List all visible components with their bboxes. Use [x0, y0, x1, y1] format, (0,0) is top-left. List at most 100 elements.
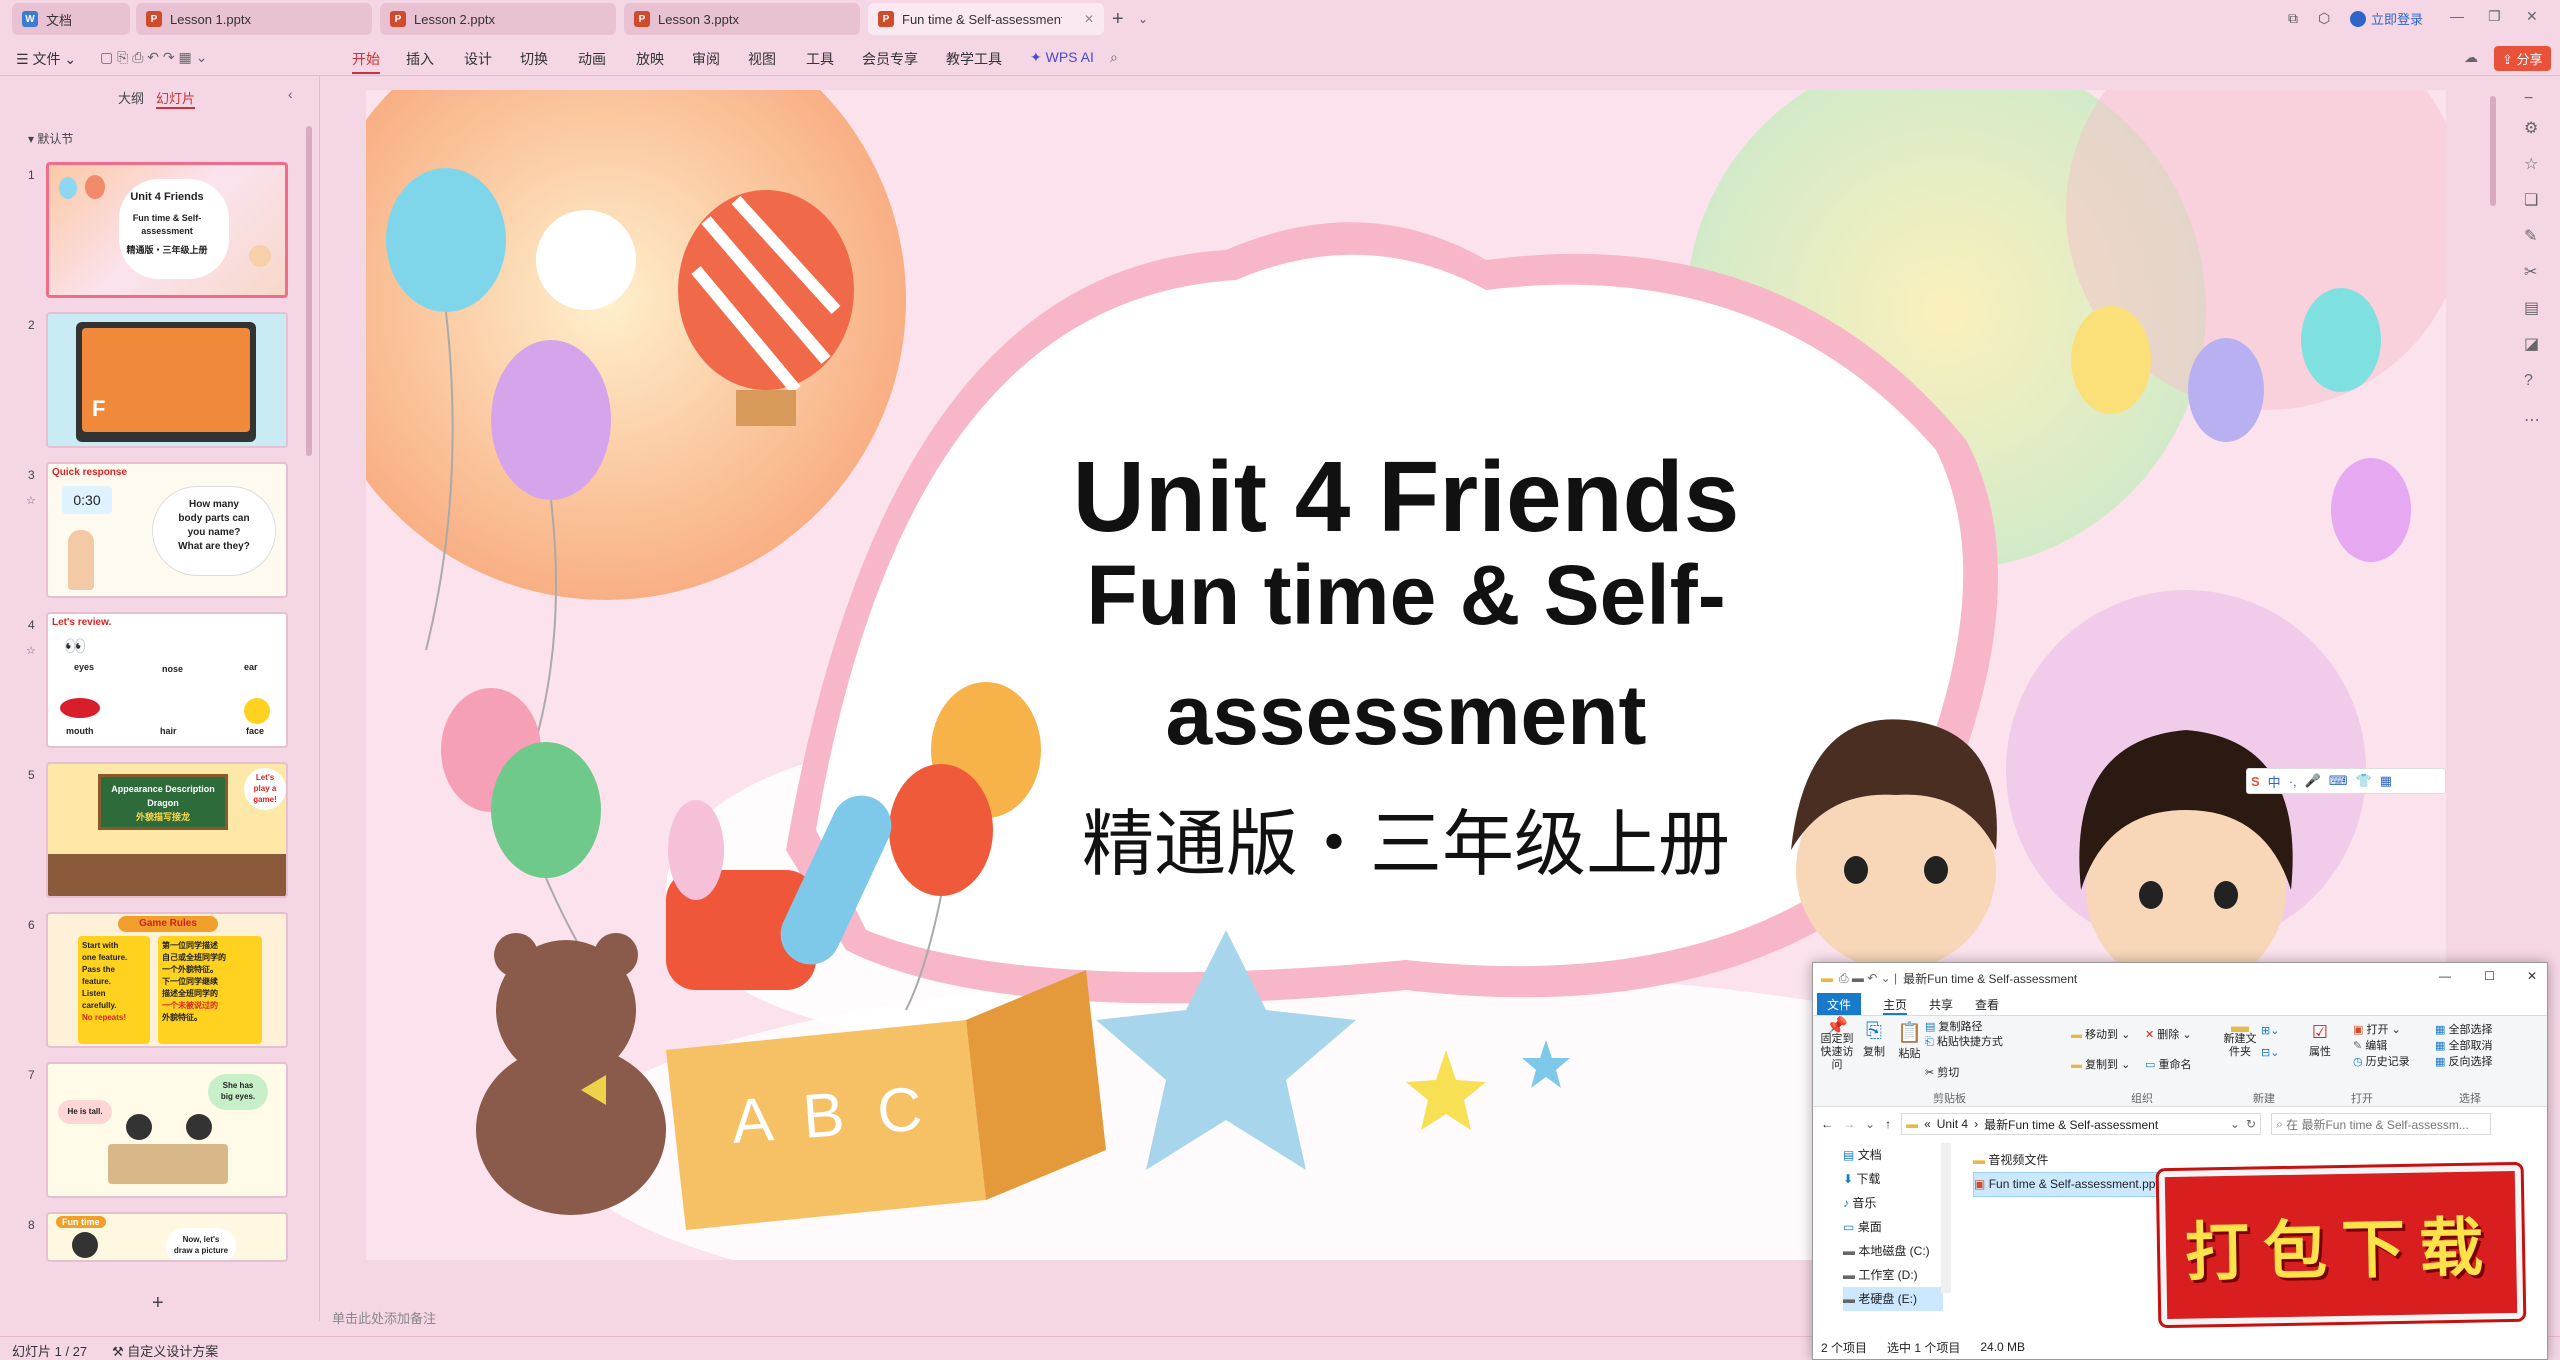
tab-animation[interactable]: 动画	[578, 49, 606, 69]
tab-review[interactable]: 审阅	[692, 49, 720, 69]
sliders-icon[interactable]: ⚙	[2524, 118, 2542, 137]
up-icon[interactable]: ↑	[1885, 1117, 1891, 1131]
tab-member[interactable]: 会员专享	[862, 49, 918, 69]
wps-ai-button[interactable]: ✦ WPS AI	[1030, 49, 1094, 66]
select-none-button[interactable]: ▦ 全部取消	[2435, 1038, 2492, 1054]
nav-item-desktop[interactable]: ▭ 桌面	[1843, 1215, 1943, 1239]
book-icon[interactable]: ▤	[2524, 298, 2542, 317]
slide-thumb-8[interactable]: Fun time Now, let's draw a picture	[46, 1212, 288, 1262]
design-scheme[interactable]: ⚒ 自定义设计方案	[112, 1341, 218, 1360]
copy-path-button[interactable]: ▤ 复制路径	[1925, 1020, 2003, 1035]
copy-to-button[interactable]: ▬ 复制到 ⌄	[2071, 1056, 2130, 1072]
keyboard-icon[interactable]: ⌨	[2329, 773, 2348, 789]
chevron-down-icon[interactable]: ⌄	[2230, 1117, 2240, 1131]
tab-insert[interactable]: 插入	[406, 49, 434, 69]
explorer-tab-share[interactable]: 共享	[1929, 993, 1953, 1015]
quick-access-icons[interactable]: ▢ ⎘ ⎙ ↶ ↷ ▦ ⌄	[100, 49, 207, 66]
cut-button[interactable]: ✂ 剪切	[1925, 1064, 1959, 1080]
tab-teaching[interactable]: 教学工具	[946, 49, 1002, 69]
new-tab-icon[interactable]: +	[1112, 8, 1124, 31]
properties-button[interactable]: ☑ 属性	[2309, 1022, 2331, 1059]
new-item-icon[interactable]: ⊞⌄	[2261, 1024, 2279, 1037]
search-input[interactable]: ⌕ 在 最新Fun time & Self-assessm...	[2271, 1113, 2492, 1135]
tab-lesson2[interactable]: P Lesson 2.pptx	[380, 3, 616, 35]
slide-thumb-5[interactable]: Appearance Description Dragon 外貌描写接龙 Let's…	[46, 762, 288, 898]
tab-fun-time[interactable]: P Fun time & Self-assessment ✕	[868, 3, 1104, 35]
slide-thumb-1[interactable]: Unit 4 Friends Fun time & Self- assessme…	[46, 162, 288, 298]
back-icon[interactable]: ←	[1821, 1117, 1833, 1131]
minimize-icon[interactable]: —	[2439, 969, 2451, 983]
help-icon[interactable]: ?	[2524, 372, 2542, 390]
history-button[interactable]: ◷ 历史记录	[2353, 1054, 2410, 1070]
shape-icon[interactable]: ◪	[2524, 334, 2542, 353]
tab-slides[interactable]: 幻灯片	[156, 88, 196, 109]
refresh-icon[interactable]: ↻	[2246, 1117, 2260, 1131]
tab-lesson3[interactable]: P Lesson 3.pptx	[624, 3, 860, 35]
search-icon[interactable]: ⌕	[1110, 49, 1118, 66]
tab-docs[interactable]: W 文档	[12, 3, 130, 35]
star-icon[interactable]: ☆	[26, 494, 36, 507]
new-folder-button[interactable]: ▬ 新建文件夹	[2223, 1017, 2257, 1059]
mic-icon[interactable]: 🎤	[2305, 773, 2321, 789]
login-button[interactable]: 立即登录	[2350, 9, 2423, 28]
explorer-tab-file[interactable]: 文件	[1817, 993, 1862, 1015]
notes-area[interactable]: 单击此处添加备注	[320, 1300, 1820, 1330]
nav-item-music[interactable]: ♪ 音乐	[1843, 1191, 1943, 1215]
section-header[interactable]: ▾ 默认节	[28, 130, 73, 147]
cloud-icon[interactable]: ☁	[2464, 49, 2478, 66]
share-button[interactable]: ⇪ 分享	[2494, 46, 2551, 71]
file-item-pptx[interactable]: ▣ Fun time & Self-assessment.pptx	[1973, 1172, 2172, 1197]
rename-button[interactable]: ▭ 重命名	[2145, 1056, 2191, 1072]
nav-item-downloads[interactable]: ⬇ 下载	[1843, 1167, 1943, 1191]
tab-lesson1[interactable]: P Lesson 1.pptx	[136, 3, 372, 35]
close-window-icon[interactable]: ✕	[2526, 8, 2538, 25]
paint-icon[interactable]: ✎	[2524, 226, 2542, 245]
paste-shortcut-button[interactable]: ⎗ 粘贴快捷方式	[1925, 1035, 2003, 1050]
nav-item-drive-e[interactable]: ▬ 老硬盘 (E:)	[1843, 1287, 1943, 1311]
minimize-icon[interactable]: —	[2450, 8, 2464, 24]
close-icon[interactable]: ✕	[1084, 12, 1094, 26]
path-segment[interactable]: 最新Fun time & Self-assessment	[1984, 1116, 2158, 1133]
invert-selection-button[interactable]: ▦ 反向选择	[2435, 1054, 2492, 1070]
path-segment[interactable]: Unit 4	[1937, 1117, 1968, 1131]
file-menu[interactable]: ☰ 文件 ⌄	[16, 49, 76, 69]
nav-item-docs[interactable]: ▤ 文档	[1843, 1143, 1943, 1167]
pin-button[interactable]: 📌 固定到快速访问	[1819, 1017, 1855, 1072]
tools-icon[interactable]: ✂	[2524, 262, 2542, 281]
canvas-scrollbar[interactable]	[2490, 96, 2496, 206]
collapse-panel-icon[interactable]: ‹	[288, 86, 293, 102]
skin-icon[interactable]: 👕	[2356, 773, 2372, 789]
add-slide-button[interactable]: +	[152, 1292, 164, 1315]
explorer-tab-view[interactable]: 查看	[1975, 993, 1999, 1015]
select-all-button[interactable]: ▦ 全部选择	[2435, 1022, 2492, 1038]
forward-icon[interactable]: →	[1843, 1117, 1855, 1131]
star-icon[interactable]: ☆	[26, 644, 36, 657]
move-to-button[interactable]: ▬ 移动到 ⌄	[2071, 1026, 2130, 1042]
file-item-folder[interactable]: ▬ 音视频文件	[1973, 1149, 2172, 1172]
slide-thumb-6[interactable]: Game Rules Start with one feature. Pass th…	[46, 912, 288, 1048]
more-icon[interactable]: ⋯	[2524, 410, 2542, 429]
nav-scrollbar[interactable]	[1941, 1143, 1951, 1293]
star-icon[interactable]: ☆	[2524, 154, 2542, 173]
apps-icon[interactable]: ▦	[2380, 773, 2392, 789]
slide-subtitle[interactable]: Fun time & Self- assessment	[366, 535, 2446, 775]
quick-access-toolbar[interactable]: ⎙ ▬ ↶ ⌄ |	[1839, 971, 1897, 986]
paste-button[interactable]: 📋 粘贴	[1897, 1020, 1922, 1061]
ime-mode[interactable]: 中	[2268, 772, 2281, 791]
tab-tools[interactable]: 工具	[806, 49, 834, 69]
chevron-down-icon[interactable]: ⌄	[1138, 12, 1148, 26]
tab-transition[interactable]: 切换	[520, 49, 548, 69]
maximize-icon[interactable]: ☐	[2484, 969, 2495, 983]
ime-toolbar[interactable]: S 中 ·, 🎤 ⌨ 👕 ▦	[2246, 768, 2446, 794]
easy-access-icon[interactable]: ⊟⌄	[2261, 1046, 2279, 1059]
cube-icon[interactable]: ⬡	[2318, 10, 2330, 27]
slide-edition[interactable]: 精通版・三年级上册	[366, 785, 2446, 890]
nav-item-drive-d[interactable]: ▬ 工作室 (D:)	[1843, 1263, 1943, 1287]
close-icon[interactable]: ✕	[2527, 969, 2537, 983]
slide-thumb-4[interactable]: Let's review. 👀 eyes nose ear mouth hair…	[46, 612, 288, 748]
maximize-icon[interactable]: ❐	[2488, 8, 2501, 25]
nav-item-drive-c[interactable]: ▬ 本地磁盘 (C:)	[1843, 1239, 1943, 1263]
edit-button[interactable]: ✎ 编辑	[2353, 1038, 2410, 1054]
minus-icon[interactable]: −	[2524, 90, 2542, 108]
punct-icon[interactable]: ·,	[2289, 774, 2297, 789]
